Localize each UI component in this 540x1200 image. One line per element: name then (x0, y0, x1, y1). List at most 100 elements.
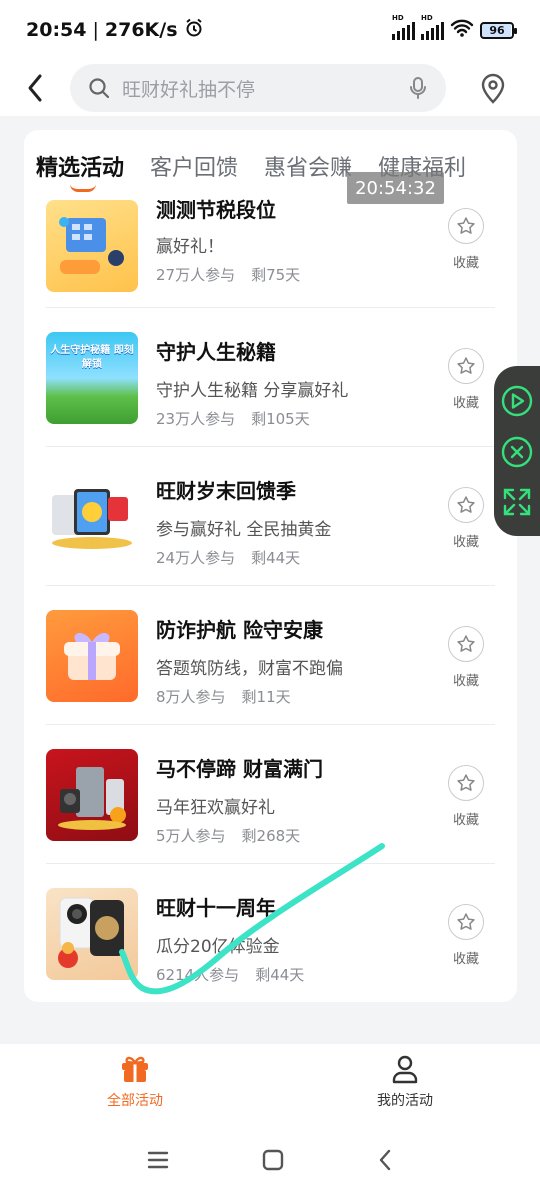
activity-thumbnail (46, 888, 138, 980)
menu-icon[interactable] (146, 1149, 170, 1171)
star-icon (457, 217, 475, 234)
signal-icon-2: HD (421, 14, 444, 40)
list-item[interactable]: 旺财十一周年 瓜分20亿体验金 6214人参与 剩44天 收藏 (46, 864, 495, 1002)
floating-control-panel (494, 366, 540, 536)
days-remaining: 剩44天 (251, 549, 301, 567)
expand-icon[interactable] (501, 486, 533, 518)
activity-title: 防诈护航 险守安康 (156, 618, 323, 642)
favorite-label: 收藏 (452, 535, 479, 550)
microphone-icon[interactable] (408, 76, 428, 100)
user-icon (392, 1055, 418, 1084)
activity-meta: 6214人参与 剩44天 (156, 964, 304, 985)
favorite-button[interactable]: 收藏 (445, 208, 487, 271)
days-remaining: 剩105天 (251, 410, 310, 428)
tab-label: 精选活动 (36, 156, 125, 181)
list-item[interactable]: 旺财岁末回馈季 参与赢好礼 全民抽黄金 24万人参与 剩44天 收藏 (46, 447, 495, 586)
star-icon (457, 635, 475, 652)
status-time: 20:54 (26, 19, 87, 41)
participant-count: 27万人参与 (156, 266, 236, 284)
timestamp-overlay: 20:54:32 (347, 172, 444, 204)
activity-subtitle: 答题筑防线，财富不跑偏 (156, 659, 343, 679)
favorite-label: 收藏 (452, 396, 479, 411)
nav-label: 我的活动 (377, 1093, 433, 1109)
activity-subtitle: 马年狂欢赢好礼 (156, 798, 275, 818)
activity-title: 守护人生秘籍 (156, 340, 276, 364)
favorite-button[interactable]: 收藏 (445, 626, 487, 689)
participant-count: 6214人参与 (156, 966, 240, 984)
favorite-label: 收藏 (452, 952, 479, 967)
activity-thumbnail (46, 471, 138, 563)
activity-meta: 23万人参与 剩105天 (156, 408, 310, 429)
home-icon[interactable] (261, 1148, 285, 1172)
list-item[interactable]: 防诈护航 险守安康 答题筑防线，财富不跑偏 8万人参与 剩11天 收藏 (46, 586, 495, 725)
days-remaining: 剩75天 (251, 266, 301, 284)
activity-card: 精选活动 客户回馈 惠省会赚 健康福利 测测节税段位 赢好礼！ 27万人参与 剩… (24, 130, 517, 1002)
activity-subtitle: 赢好礼！ (156, 237, 224, 257)
bottom-nav: 全部活动 我的活动 (0, 1044, 540, 1120)
location-button[interactable] (446, 60, 540, 116)
activity-meta: 27万人参与 剩75天 (156, 264, 300, 285)
tab-label: 惠省会赚 (264, 156, 353, 181)
tab-bar: 精选活动 客户回馈 惠省会赚 健康福利 (36, 144, 517, 196)
activity-meta: 8万人参与 剩11天 (156, 686, 291, 707)
nav-my-activities[interactable]: 我的活动 (270, 1044, 540, 1120)
network-speed: 276K/s (104, 19, 178, 41)
thumbnail-caption: 人生守护秘籍 即刻解锁 (50, 345, 134, 370)
header: 旺财好礼抽不停 (0, 60, 540, 116)
activity-meta: 24万人参与 剩44天 (156, 547, 300, 568)
participant-count: 23万人参与 (156, 410, 236, 428)
nav-all-activities[interactable]: 全部活动 (0, 1044, 270, 1120)
star-icon (457, 774, 475, 791)
nav-label: 全部活动 (107, 1093, 163, 1109)
activity-title: 旺财十一周年 (156, 896, 276, 920)
favorite-label: 收藏 (452, 256, 479, 271)
chevron-left-icon (28, 74, 42, 102)
activity-thumbnail (46, 200, 138, 292)
list-item[interactable]: 测测节税段位 赢好礼！ 27万人参与 剩75天 收藏 (46, 190, 495, 308)
close-icon[interactable] (500, 435, 534, 469)
days-remaining: 剩11天 (241, 688, 291, 706)
tab-feedback[interactable]: 客户回馈 (150, 144, 238, 196)
tab-selected[interactable]: 精选活动 (36, 144, 124, 196)
activity-subtitle: 参与赢好礼 全民抽黄金 (156, 520, 332, 540)
tab-savings[interactable]: 惠省会赚 (264, 144, 352, 196)
favorite-button[interactable]: 收藏 (445, 765, 487, 828)
play-icon[interactable] (500, 384, 534, 418)
system-nav-bar (0, 1120, 540, 1200)
tab-label: 客户回馈 (150, 156, 239, 181)
activity-thumbnail (46, 749, 138, 841)
favorite-label: 收藏 (452, 813, 479, 828)
status-bar: 20:54 | 276K/s HD HD 96 (0, 0, 540, 60)
wifi-icon (450, 19, 474, 42)
days-remaining: 剩268天 (241, 827, 301, 845)
activity-subtitle: 守护人生秘籍 分享赢好礼 (156, 381, 349, 401)
back-button[interactable] (0, 60, 70, 116)
days-remaining: 剩44天 (255, 966, 305, 984)
participant-count: 5万人参与 (156, 827, 226, 845)
favorite-button[interactable]: 收藏 (445, 904, 487, 967)
favorite-button[interactable]: 收藏 (445, 348, 487, 411)
list-item[interactable]: 马不停蹄 财富满门 马年狂欢赢好礼 5万人参与 剩268天 收藏 (46, 725, 495, 864)
activity-subtitle: 瓜分20亿体验金 (156, 937, 280, 957)
list-item[interactable]: 人生守护秘籍 即刻解锁 守护人生秘籍 守护人生秘籍 分享赢好礼 23万人参与 剩… (46, 308, 495, 447)
activity-thumbnail: 人生守护秘籍 即刻解锁 (46, 332, 138, 424)
activity-title: 马不停蹄 财富满门 (156, 757, 323, 781)
battery-icon: 96 (480, 21, 517, 39)
search-placeholder: 旺财好礼抽不停 (122, 78, 256, 101)
star-icon (457, 913, 475, 930)
activity-title: 旺财岁末回馈季 (156, 479, 296, 503)
participant-count: 24万人参与 (156, 549, 236, 567)
gift-icon (122, 1056, 148, 1082)
alarm-icon (184, 18, 204, 43)
star-icon (457, 496, 475, 513)
activity-meta: 5万人参与 剩268天 (156, 825, 300, 846)
search-input[interactable]: 旺财好礼抽不停 (70, 64, 446, 112)
favorite-button[interactable]: 收藏 (445, 487, 487, 550)
location-pin-icon (481, 73, 505, 104)
star-icon (457, 357, 475, 374)
back-nav-icon[interactable] (376, 1148, 394, 1172)
activity-list: 测测节税段位 赢好礼！ 27万人参与 剩75天 收藏 人生守护秘籍 即刻解锁 守… (24, 190, 517, 1002)
activity-title: 测测节税段位 (156, 198, 276, 222)
favorite-label: 收藏 (452, 674, 479, 689)
search-icon (89, 78, 110, 99)
